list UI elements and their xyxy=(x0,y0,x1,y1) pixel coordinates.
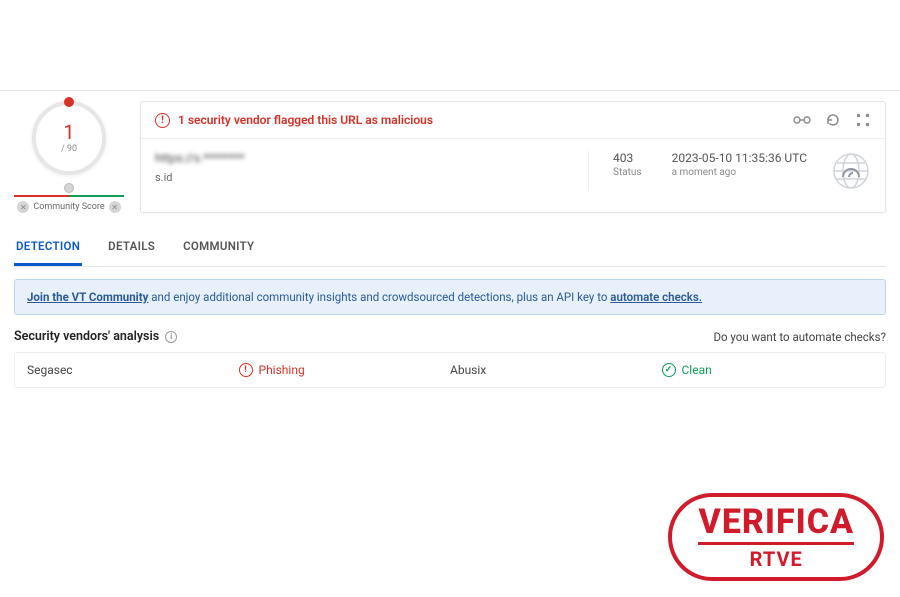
score-denominator: / 90 xyxy=(61,144,77,154)
alert-circle-icon: ! xyxy=(155,113,170,128)
vendor-name: Segasec xyxy=(27,363,239,377)
score-indicator-dot xyxy=(64,97,74,107)
tab-details[interactable]: DETAILS xyxy=(106,231,157,266)
x-circle-icon: ✕ xyxy=(17,201,29,213)
automate-checks-link[interactable]: automate checks. xyxy=(610,290,702,304)
x-circle-icon: ✕ xyxy=(109,201,121,213)
score-panel: 1 / 90 ✕ Community Score ✕ xyxy=(14,101,124,213)
http-status-label: Status xyxy=(613,167,642,178)
info-icon[interactable]: i xyxy=(165,331,177,343)
resource-type-icon xyxy=(831,151,871,191)
stamp-line2: RTVE xyxy=(698,542,854,571)
verdict-label: Phishing xyxy=(259,363,305,377)
table-row: Segasec ! Phishing Abusix ✓ Clean xyxy=(15,353,885,387)
vendors-table: Segasec ! Phishing Abusix ✓ Clean xyxy=(14,352,886,388)
analysis-title: Security vendors' analysis xyxy=(14,329,159,344)
check-circle-icon: ✓ xyxy=(662,363,676,377)
summary-card: ! 1 security vendor flagged this URL as … xyxy=(140,101,886,213)
vendor-verdict: ✓ Clean xyxy=(662,363,874,377)
stamp-line1: VERIFICA xyxy=(698,505,854,539)
alert-bar: ! 1 security vendor flagged this URL as … xyxy=(141,102,885,139)
community-score-label-row: ✕ Community Score ✕ xyxy=(17,201,120,213)
verification-stamp: VERIFICA RTVE xyxy=(668,493,884,581)
tab-community[interactable]: COMMUNITY xyxy=(181,231,256,266)
summary-info-row: https://s.******** s.id 403 Status 2023-… xyxy=(141,139,885,205)
analysis-timestamp: 2023-05-10 11:35:36 UTC xyxy=(672,151,807,165)
more-options-icon[interactable] xyxy=(855,112,871,128)
community-score-label: Community Score xyxy=(33,202,104,212)
warning-circle-icon: ! xyxy=(239,363,253,377)
alert-text: 1 security vendor flagged this URL as ma… xyxy=(178,113,433,127)
analysis-relative-time: a moment ago xyxy=(672,167,807,178)
banner-text: and enjoy additional community insights … xyxy=(148,290,610,304)
scanned-url: https://s.******** xyxy=(155,151,570,165)
automate-checks-prompt[interactable]: Do you want to automate checks? xyxy=(713,330,886,344)
detection-score-circle: 1 / 90 xyxy=(32,101,106,175)
vendor-name: Abusix xyxy=(450,363,662,377)
community-gauge xyxy=(14,183,124,197)
score-numerator: 1 xyxy=(63,122,74,142)
reanalyze-icon[interactable] xyxy=(825,112,841,128)
join-community-link[interactable]: Join the VT Community xyxy=(27,290,148,304)
analysis-header: Security vendors' analysis i Do you want… xyxy=(14,329,886,344)
tabs: DETECTION DETAILS COMMUNITY xyxy=(14,231,886,267)
join-community-banner: Join the VT Community and enjoy addition… xyxy=(14,279,886,315)
vendor-verdict: ! Phishing xyxy=(239,363,451,377)
verdict-label: Clean xyxy=(682,363,712,377)
gauge-marker-icon xyxy=(64,183,74,193)
view-graph-icon[interactable] xyxy=(793,112,811,128)
card-actions xyxy=(793,112,871,128)
tab-detection[interactable]: DETECTION xyxy=(14,231,82,266)
http-status-code: 403 xyxy=(613,151,642,165)
scanned-domain: s.id xyxy=(155,171,570,184)
